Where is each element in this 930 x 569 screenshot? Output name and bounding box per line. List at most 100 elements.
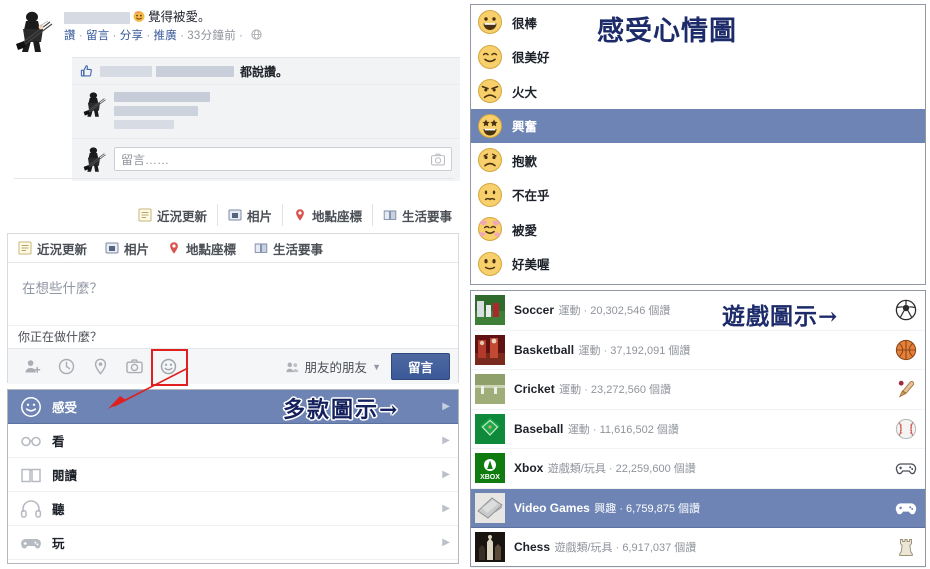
games-panel: Soccer 運動 · 20,302,546 個讚 Basketball 運動 … <box>470 290 926 568</box>
game-item[interactable]: Chess 遊戲類/玩具 · 6,917,037 個讚 <box>471 528 925 568</box>
composer-toolbar: 朋友的朋友 ▼ 留言 <box>8 348 458 384</box>
redacted-author-name <box>64 11 130 24</box>
chevron-down-icon: ▼ <box>372 361 381 372</box>
thumbs-up-icon <box>80 64 94 78</box>
xbox-logo-thumbnail: XBOX <box>475 453 505 484</box>
activity-prompt: 你正在做什麼？ <box>8 325 458 348</box>
post-button[interactable]: 留言 <box>390 353 450 380</box>
gamepad-icon <box>895 457 917 479</box>
grinning-face-icon <box>477 9 503 35</box>
game-item[interactable]: Baseball 運動 · 11,616,502 個讚 <box>471 410 925 449</box>
action-comment[interactable]: 留言 <box>86 30 110 42</box>
post: 覺得被愛。 讚 · 留言 · 分享 · 推廣 · 33分鐘前 · 都說讚。 留言… <box>10 8 460 181</box>
tab-life-event[interactable]: 生活要事 <box>371 204 462 226</box>
tab-label: 生活要事 <box>401 209 452 224</box>
chess-rook-icon <box>895 536 917 558</box>
tab-label: 生活要事 <box>273 242 324 257</box>
divider <box>14 178 454 179</box>
comment-placeholder: 留言…… <box>121 152 170 167</box>
feeling-label: 火大 <box>512 85 538 100</box>
camera-icon[interactable] <box>431 153 446 166</box>
game-item[interactable]: Soccer 運動 · 20,302,546 個讚 <box>471 291 925 331</box>
game-meta: 運動 · 23,272,560 個讚 <box>559 384 672 397</box>
audience-selector[interactable]: 朋友的朋友 ▼ <box>285 357 381 376</box>
status-update-icon <box>138 208 152 222</box>
action-promote[interactable]: 推廣 <box>153 30 177 42</box>
wide-eyed-face-icon <box>477 251 503 277</box>
game-meta: 興趣 · 6,759,875 個讚 <box>594 502 701 515</box>
tab-label: 相片 <box>246 209 272 224</box>
game-meta: 運動 · 20,302,546 個讚 <box>558 305 671 318</box>
composer-tab-location[interactable]: 地點座標 <box>167 237 245 259</box>
game-name: Xbox <box>514 461 544 476</box>
sad-face-icon <box>477 147 503 173</box>
game-meta: 遊戲類/玩具 · 22,259,600 個讚 <box>547 463 696 476</box>
menu-item-label: 聽 <box>52 503 65 517</box>
life-event-icon <box>254 241 268 255</box>
smiling-face-with-hearts-icon <box>132 9 146 23</box>
feeling-item[interactable]: 好美喔 <box>471 247 925 282</box>
tab-photo[interactable]: 相片 <box>216 204 282 226</box>
comment-row <box>72 84 460 138</box>
feeling-label: 被愛 <box>512 223 538 238</box>
feeling-item[interactable]: 火大 <box>471 74 925 109</box>
game-item[interactable]: XBOX Xbox 遊戲類/玩具 · 22,259,600 個讚 <box>471 449 925 489</box>
comment-input[interactable]: 留言…… <box>114 147 452 171</box>
feeling-item[interactable]: 抱歉 <box>471 143 925 178</box>
tab-status-update[interactable]: 近況更新 <box>128 204 217 226</box>
friends-of-friends-icon <box>285 361 300 373</box>
menu-item-reading[interactable]: 閱讀 ▶ <box>8 458 458 492</box>
tab-label: 近況更新 <box>37 242 88 257</box>
game-name: Chess <box>514 540 551 555</box>
baseball-icon <box>895 418 917 440</box>
game-meta: 運動 · 11,616,502 個讚 <box>567 423 679 436</box>
menu-item-label: 感受 <box>52 401 78 415</box>
feeling-item[interactable]: 被愛 <box>471 212 925 247</box>
tab-label: 近況更新 <box>156 209 207 224</box>
chevron-right-icon: ▶ <box>442 435 450 446</box>
headphones-icon <box>20 498 42 520</box>
action-like[interactable]: 讚 <box>64 30 76 42</box>
game-item[interactable]: Cricket 運動 · 23,272,560 個讚 <box>471 370 925 410</box>
chess-photo-thumbnail <box>475 532 505 563</box>
composer-tab-photo[interactable]: 相片 <box>105 237 158 259</box>
clock-icon[interactable] <box>58 358 75 375</box>
redacted-liker-name-2 <box>156 65 234 77</box>
chevron-right-icon: ▶ <box>442 469 450 480</box>
camera-icon[interactable] <box>126 358 143 375</box>
tab-location[interactable]: 地點座標 <box>281 204 372 226</box>
chevron-right-icon: ▶ <box>442 537 450 548</box>
feeling-label: 興奮 <box>512 120 538 135</box>
feeling-item-selected[interactable]: 興奮 <box>471 108 925 143</box>
action-share[interactable]: 分享 <box>120 30 144 42</box>
cricket-photo-thumbnail <box>475 374 505 405</box>
post-headline: 覺得被愛。 <box>64 8 460 26</box>
game-name: Basketball <box>514 342 575 357</box>
feeling-label: 抱歉 <box>512 154 538 169</box>
tag-friends-icon[interactable] <box>24 358 41 375</box>
globe-icon[interactable] <box>251 27 262 40</box>
tab-label: 相片 <box>124 242 150 257</box>
game-item[interactable]: Basketball 運動 · 37,192,091 個讚 <box>471 331 925 370</box>
composer-textarea[interactable]: 在想些什麼？ <box>8 263 458 325</box>
star-struck-face-icon <box>477 113 503 139</box>
game-item-selected[interactable]: Video Games 興趣 · 6,759,875 個讚 <box>471 488 925 528</box>
open-book-icon <box>20 464 42 486</box>
post-timestamp[interactable]: 33分鐘前 <box>187 30 236 42</box>
menu-item-watching[interactable]: 看 ▶ <box>8 424 458 458</box>
menu-item-playing[interactable]: 玩 ▶ <box>8 526 458 560</box>
feeling-item[interactable]: 不在乎 <box>471 178 925 213</box>
annotation-many-icons: 多款圖示→ <box>283 397 400 423</box>
composer-tab-status-update[interactable]: 近況更新 <box>18 237 96 259</box>
likes-bar: 都說讚。 <box>72 57 460 84</box>
basketball-icon <box>895 339 917 361</box>
composer-tab-life-event[interactable]: 生活要事 <box>254 237 332 259</box>
svg-text:XBOX: XBOX <box>480 474 500 481</box>
glasses-icon <box>20 430 42 452</box>
location-pin-icon[interactable] <box>92 358 109 375</box>
indifferent-face-icon <box>477 182 503 208</box>
feeling-label: 好美喔 <box>512 258 550 273</box>
chevron-right-icon: ▶ <box>442 401 450 412</box>
annotation-feelings-title: 感受心情圖 <box>597 16 737 47</box>
menu-item-listening[interactable]: 聽 ▶ <box>8 492 458 526</box>
